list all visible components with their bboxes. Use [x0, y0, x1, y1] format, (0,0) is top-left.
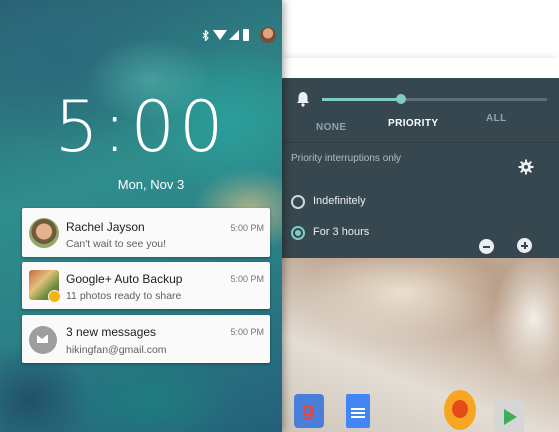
lock-clock: 5:00	[0, 86, 282, 168]
lock-date: Mon, Nov 3	[117, 177, 185, 192]
play-store-icon[interactable]	[494, 400, 524, 432]
clock-time: 5:00	[54, 86, 228, 168]
notification-messages[interactable]: 3 new messages hikingfan@gmail.com 5:00 …	[22, 315, 270, 363]
plus-icon[interactable]	[517, 238, 532, 253]
notification-time: 5:00 PM	[230, 274, 264, 284]
interruptions-panel: NONE PRIORITY ALL Priority interruptions…	[282, 78, 559, 258]
radio-for-3-hours[interactable]	[291, 226, 305, 240]
label-indefinitely: Indefinitely	[313, 195, 366, 207]
notification-title: Google+ Auto Backup	[66, 272, 183, 286]
notification-title: 3 new messages	[66, 325, 157, 339]
notification-time: 5:00 PM	[230, 327, 264, 337]
bluetooth-icon	[202, 30, 209, 41]
sync-badge-icon	[48, 290, 61, 303]
wifi-icon	[213, 30, 227, 40]
lenses-icon[interactable]	[444, 390, 476, 430]
notification-auto-backup[interactable]: Google+ Auto Backup 11 photos ready to s…	[22, 262, 270, 309]
status-bar	[282, 58, 559, 78]
notification-body: Can't wait to see you!	[66, 238, 167, 250]
volume-slider-fill	[322, 98, 401, 101]
notification-body: hikingfan@gmail.com	[66, 344, 167, 356]
label-for-3-hours: For 3 hours	[313, 226, 370, 238]
notification-time: 5:00 PM	[230, 223, 264, 233]
avatar-rachel	[29, 218, 59, 248]
radio-indefinitely[interactable]	[291, 195, 305, 209]
mail-icon	[29, 326, 57, 354]
gear-icon[interactable]	[518, 159, 534, 175]
notification-rachel[interactable]: Rachel Jayson Can't wait to see you! 5:0…	[22, 208, 270, 257]
interruptions-phone: NONE PRIORITY ALL Priority interruptions…	[282, 58, 559, 432]
avatar-icon[interactable]	[260, 27, 276, 43]
priority-subtitle: Priority interruptions only	[291, 153, 402, 164]
tab-all[interactable]: ALL	[486, 113, 507, 124]
bell-icon[interactable]	[294, 90, 312, 108]
google-search-icon[interactable]: g	[294, 394, 324, 428]
volume-slider[interactable]	[322, 94, 547, 104]
lock-screen-phone: 5:00 Mon, Nov 3 Rachel Jayson Can't wait…	[0, 0, 282, 432]
minus-icon[interactable]	[479, 239, 494, 254]
notification-title: Rachel Jayson	[66, 220, 145, 234]
panel-divider	[282, 142, 559, 143]
signal-icon	[229, 30, 239, 40]
tab-priority[interactable]: PRIORITY	[388, 118, 438, 129]
envelope-icon	[37, 335, 48, 343]
tab-none[interactable]: NONE	[316, 122, 347, 133]
notification-body: 11 photos ready to share	[66, 290, 182, 302]
google-docs-icon[interactable]	[346, 394, 370, 428]
volume-slider-thumb[interactable]	[395, 94, 406, 104]
battery-icon	[243, 29, 249, 41]
